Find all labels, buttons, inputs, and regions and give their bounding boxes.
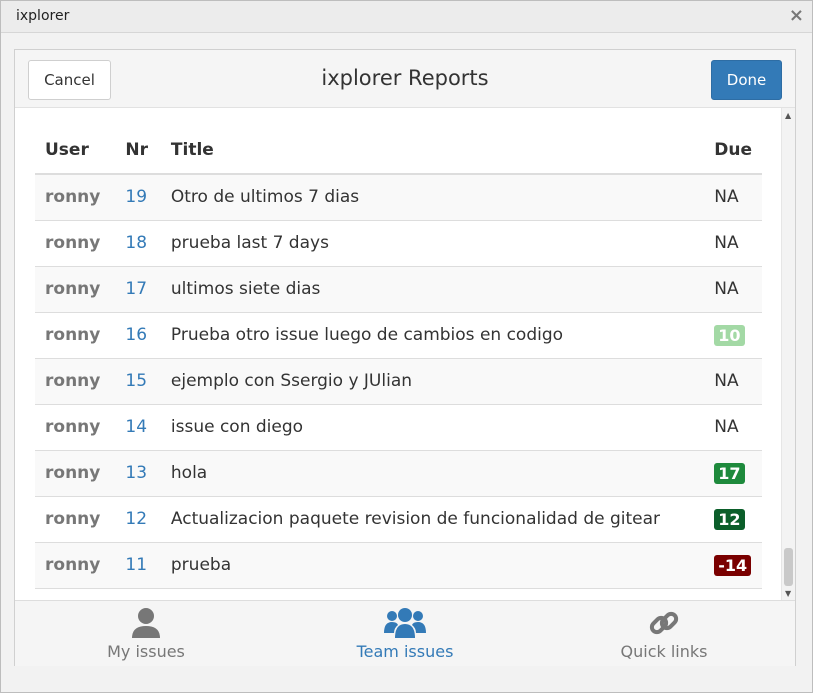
reports-panel: Cancel ixplorer Reports Done User Nr Tit… [14,49,796,666]
row-due: 10 [704,312,762,359]
row-title: Actualizacion paquete revision de funcio… [160,496,705,543]
row-due: 17 [704,450,762,497]
issues-content: User Nr Title Due ronny 19 Otro de ultimos… [15,108,781,600]
due-badge: 17 [714,462,745,484]
row-due: NA [704,266,762,313]
row-user: ronny [35,358,116,405]
table-row[interactable]: ronny 12 Actualizacion paquete revision de… [35,496,762,543]
app-window: ixplorer × Cancel ixplorer Reports Done … [0,0,813,693]
table-row[interactable]: ronny 17 ultimos siete dias NA [35,266,762,313]
table-row[interactable]: ronny 19 Otro de ultimos 7 dias NA [35,174,762,221]
row-title: issue con diego [160,404,705,451]
reports-header: Cancel ixplorer Reports Done [15,50,795,108]
row-issue-number-link[interactable]: 16 [115,312,161,359]
row-title: prueba [160,542,705,589]
table-header-row: User Nr Title Due [35,126,762,175]
row-user: ronny [35,174,116,221]
tab-my-issues-label: My issues [107,642,185,661]
row-user: ronny [35,220,116,267]
page-title: ixplorer Reports [321,66,489,90]
row-due: -14 [704,542,762,589]
bottom-tab-bar: My issues Team issues Quick links [15,600,795,666]
row-user: ronny [35,450,116,497]
done-button[interactable]: Done [711,60,782,100]
row-issue-number-link[interactable]: 19 [115,174,161,221]
row-title: ultimos siete dias [160,266,705,313]
due-badge: 12 [714,508,745,530]
row-user: ronny [35,404,116,451]
tab-team-issues-label: Team issues [356,642,454,661]
close-icon[interactable]: × [789,5,804,26]
scroll-up-icon[interactable]: ▲ [785,111,791,120]
issues-table: User Nr Title Due ronny 19 Otro de ultimos… [35,126,762,589]
row-title: hola [160,450,705,497]
row-issue-number-link[interactable]: 12 [115,496,161,543]
row-issue-number-link[interactable]: 17 [115,266,161,313]
row-due: NA [704,220,762,267]
row-issue-number-link[interactable]: 18 [115,220,161,267]
table-row[interactable]: ronny 16 Prueba otro issue luego de cambio… [35,312,762,359]
window-title: ixplorer [16,8,70,24]
scroll-down-icon[interactable]: ▼ [785,589,791,598]
tab-my-issues[interactable]: My issues [46,607,246,663]
tab-quick-links-label: Quick links [620,642,708,661]
issues-table-body: ronny 19 Otro de ultimos 7 dias NA ronny 18 pr… [35,174,762,589]
user-icon [132,608,160,638]
row-due: NA [704,404,762,451]
scrollbar-thumb[interactable] [784,548,793,586]
due-badge: 10 [714,324,745,346]
column-header-nr: Nr [115,126,161,175]
row-issue-number-link[interactable]: 14 [115,404,161,451]
tab-team-issues[interactable]: Team issues [305,607,505,663]
row-issue-number-link[interactable]: 13 [115,450,161,497]
row-user: ronny [35,496,116,543]
row-title: ejemplo con Ssergio y JUlian [160,358,705,405]
vertical-scrollbar[interactable]: ▲ ▼ [781,108,795,600]
link-icon [649,611,679,635]
row-title: prueba last 7 days [160,220,705,267]
title-bar: ixplorer × [1,1,812,33]
tab-quick-links[interactable]: Quick links [564,607,764,663]
row-due: NA [704,174,762,221]
row-issue-number-link[interactable]: 15 [115,358,161,405]
row-title: Prueba otro issue luego de cambios en co… [160,312,705,359]
due-badge: -14 [714,554,752,576]
row-issue-number-link[interactable]: 11 [115,542,161,589]
row-user: ronny [35,266,116,313]
table-row[interactable]: ronny 13 hola 17 [35,450,762,497]
column-header-user: User [35,126,116,175]
column-header-due: Due [704,126,762,175]
row-due: NA [704,358,762,405]
table-row[interactable]: ronny 11 prueba -14 [35,542,762,589]
row-user: ronny [35,312,116,359]
table-row[interactable]: ronny 18 prueba last 7 days NA [35,220,762,267]
row-title: Otro de ultimos 7 dias [160,174,705,221]
row-due: 12 [704,496,762,543]
table-row[interactable]: ronny 15 ejemplo con Ssergio y JUlian NA [35,358,762,405]
column-header-title: Title [160,126,705,175]
row-user: ronny [35,542,116,589]
table-row[interactable]: ronny 14 issue con diego NA [35,404,762,451]
users-icon [384,608,426,638]
